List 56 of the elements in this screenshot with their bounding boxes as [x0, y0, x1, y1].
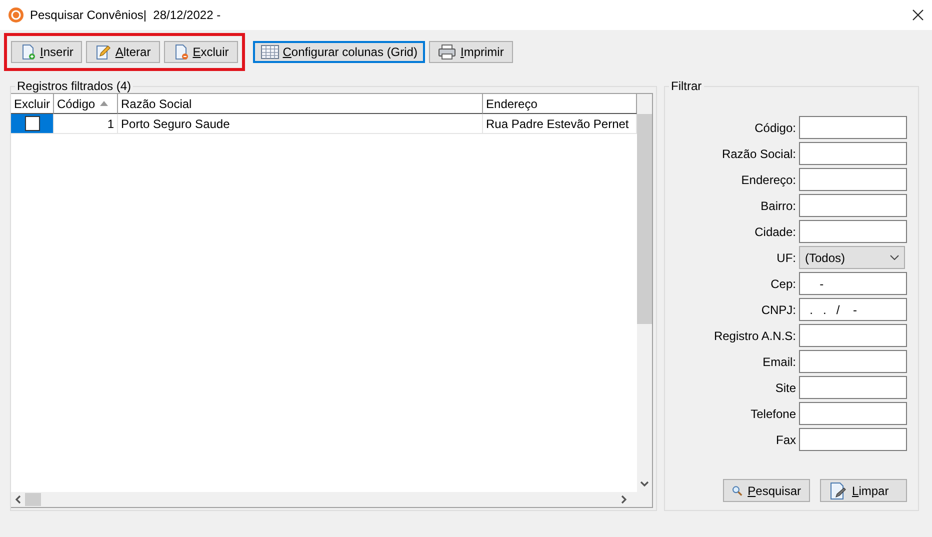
input-field[interactable]: - — [799, 272, 907, 295]
checkbox[interactable] — [24, 116, 40, 131]
column-header[interactable]: Excluir — [11, 94, 54, 114]
field-label: Cep: — [770, 276, 796, 290]
field-label: Email: — [762, 354, 796, 368]
document-minus-icon — [172, 44, 189, 60]
columns-button[interactable]: Configurar colunas (Grid) — [252, 40, 426, 62]
field-label: Site — [774, 380, 796, 394]
checkbox-cell[interactable] — [11, 114, 54, 134]
pencil-document-icon — [95, 44, 112, 60]
input-field[interactable] — [799, 220, 907, 243]
printer-icon — [438, 44, 456, 60]
window-title: Pesquisar Convênios| 28/12/2022 - — [30, 8, 222, 22]
table-icon — [260, 44, 279, 58]
input-field[interactable] — [799, 168, 907, 191]
field-label: Código: — [754, 120, 796, 134]
input-field[interactable] — [799, 376, 907, 399]
column-header[interactable]: Razão Social — [118, 94, 484, 114]
panel-title: Filtrar — [670, 79, 703, 93]
input-field[interactable] — [799, 324, 907, 347]
document-plus-icon — [20, 44, 36, 60]
field-label: Bairro: — [760, 198, 796, 212]
close-icon[interactable] — [912, 9, 924, 21]
table-cell: Porto Seguro Saude — [118, 114, 484, 134]
pen-document-icon — [829, 482, 847, 500]
input-field[interactable]: . . / - — [799, 298, 907, 321]
app-logo-icon — [8, 7, 24, 23]
field-label: Registro A.N.S: — [712, 328, 796, 342]
dropdown[interactable]: (Todos) — [799, 246, 905, 269]
print-button[interactable]: Imprimir — [429, 40, 513, 62]
input-field[interactable] — [799, 350, 907, 373]
search-button[interactable]: Pesquisar — [723, 479, 810, 502]
insert-button[interactable]: Inserir — [11, 40, 82, 62]
field-label: Cidade: — [754, 224, 796, 238]
column-header[interactable]: Código — [54, 94, 118, 114]
input-field[interactable] — [799, 428, 907, 451]
scroll-thumb[interactable] — [637, 114, 652, 324]
field-label: UF: — [776, 250, 796, 264]
input-field[interactable] — [799, 142, 907, 165]
column-header[interactable]: Endereço — [483, 94, 637, 114]
sort-arrow-icon — [100, 101, 108, 106]
table-cell: 1 — [54, 114, 118, 134]
panel-title: Registros filtrados (4) — [16, 79, 132, 93]
input-field[interactable] — [799, 402, 907, 425]
scroll-thumb[interactable] — [25, 493, 41, 506]
field-label: Razão Social: — [720, 146, 796, 160]
chevron-down-icon — [890, 255, 899, 260]
field-label: Endereço: — [740, 172, 796, 186]
input-field[interactable] — [799, 194, 907, 217]
delete-button[interactable]: Excluir — [164, 40, 238, 62]
field-label: Telefone — [750, 406, 796, 420]
field-label: CNPJ: — [760, 302, 796, 316]
input-field[interactable] — [799, 116, 907, 139]
clear-button[interactable]: Limpar — [820, 479, 907, 502]
edit-button[interactable]: Alterar — [86, 40, 160, 62]
field-label: Fax — [774, 432, 796, 446]
